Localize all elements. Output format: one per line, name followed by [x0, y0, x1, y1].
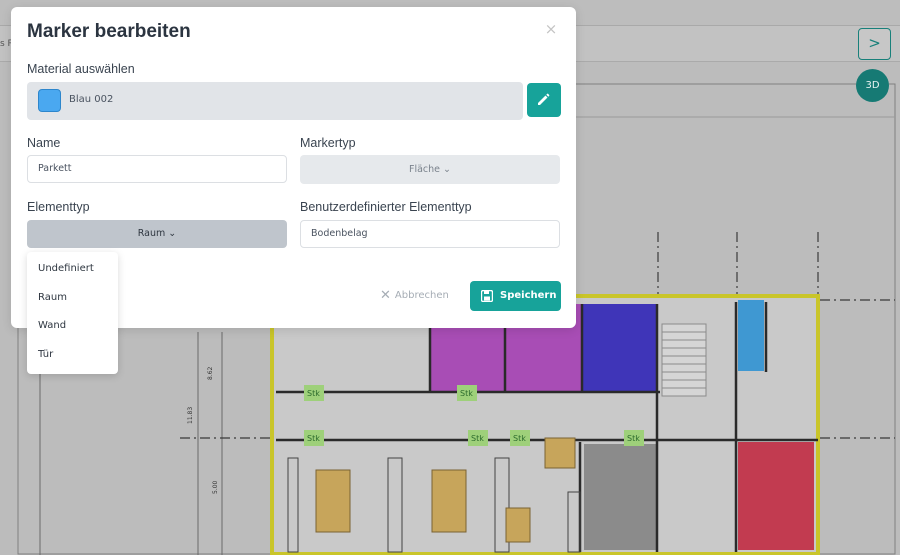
- custom-elementtyp-input[interactable]: Bodenbelag: [300, 220, 560, 248]
- elementtyp-dropdown: Undefiniert Raum Wand Tür: [27, 252, 118, 374]
- custom-elementtyp-label: Benutzerdefinierter Elementtyp: [300, 200, 472, 214]
- svg-text:11.83: 11.83: [187, 407, 194, 424]
- elementtyp-select[interactable]: Raum ⌄: [27, 220, 287, 248]
- save-label: Speichern: [500, 290, 557, 301]
- svg-text:Stk: Stk: [627, 434, 640, 443]
- material-label: Material auswählen: [27, 62, 135, 76]
- elementtyp-label: Elementtyp: [27, 200, 90, 214]
- next-button[interactable]: >: [858, 28, 891, 60]
- dropdown-option-tuer[interactable]: Tür: [38, 349, 53, 360]
- dialog-title: Marker bearbeiten: [27, 21, 191, 42]
- cancel-label: Abbrechen: [394, 290, 449, 301]
- close-icon[interactable]: ×: [544, 22, 558, 37]
- name-label: Name: [27, 136, 61, 150]
- svg-text:Stk: Stk: [460, 389, 473, 398]
- dropdown-option-undefiniert[interactable]: Undefiniert: [38, 263, 94, 274]
- svg-text:Stk: Stk: [471, 434, 484, 443]
- markertyp-label: Markertyp: [300, 136, 356, 150]
- edit-material-button[interactable]: [527, 83, 561, 117]
- cancel-button[interactable]: ✕ Abbrechen: [380, 288, 449, 306]
- svg-text:5.00: 5.00: [212, 480, 219, 494]
- close-icon: ✕: [380, 288, 391, 303]
- floppy-disk-icon: [481, 290, 493, 302]
- view-3d-button[interactable]: 3D: [856, 69, 889, 102]
- dropdown-option-raum[interactable]: Raum: [38, 292, 67, 303]
- material-value: Blau 002: [69, 94, 114, 105]
- pencil-icon: [538, 93, 550, 105]
- svg-text:Stk: Stk: [307, 434, 320, 443]
- chevron-right-icon: >: [868, 34, 881, 52]
- save-button[interactable]: Speichern: [470, 281, 561, 311]
- svg-text:8.62: 8.62: [207, 366, 214, 380]
- material-color-swatch: [38, 89, 61, 112]
- markertyp-select[interactable]: Fläche ⌄: [300, 155, 560, 184]
- svg-text:Stk: Stk: [513, 434, 526, 443]
- dropdown-option-wand[interactable]: Wand: [38, 320, 66, 331]
- material-select[interactable]: Blau 002: [27, 82, 523, 120]
- name-input[interactable]: Parkett: [27, 155, 287, 183]
- svg-text:Stk: Stk: [307, 389, 320, 398]
